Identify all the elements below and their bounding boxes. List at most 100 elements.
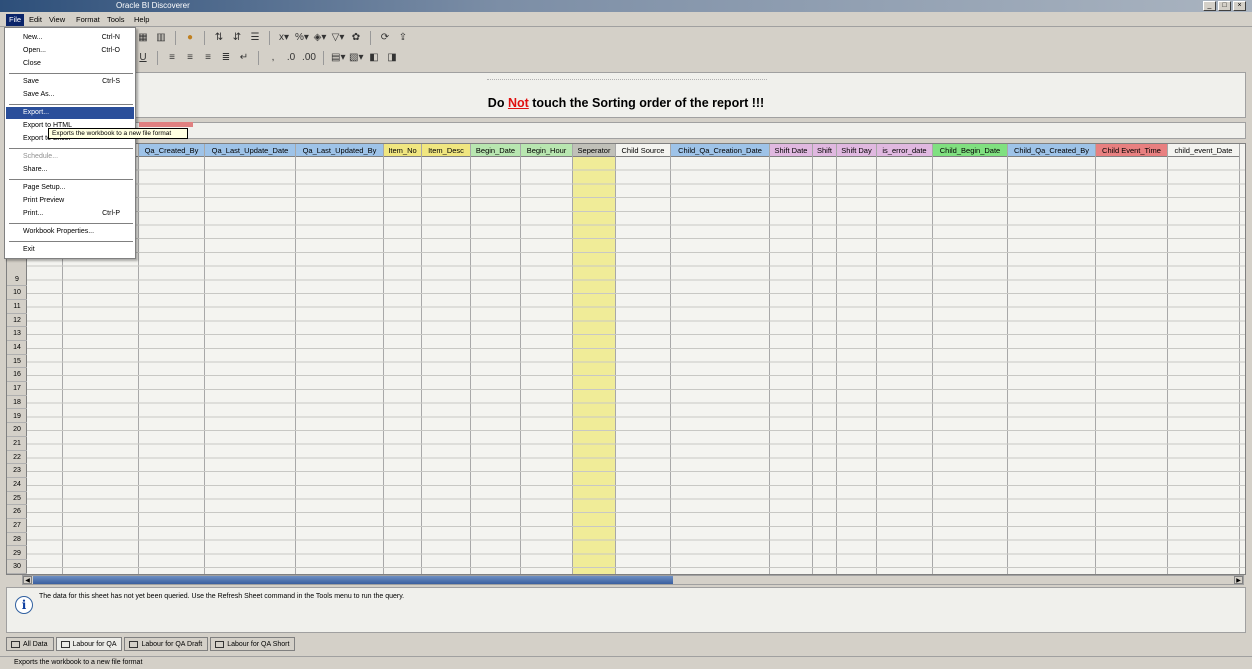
- grid-column[interactable]: is_error_date: [877, 144, 933, 574]
- menu-item-workbook-properties[interactable]: Workbook Properties...: [6, 226, 134, 238]
- column-header[interactable]: Shift Date: [770, 144, 812, 157]
- format-data-icon[interactable]: ▤▾: [331, 51, 345, 65]
- scroll-left-icon[interactable]: ◀: [23, 576, 32, 584]
- align-center-icon[interactable]: ≡: [183, 51, 197, 65]
- increase-decimal-icon[interactable]: .0: [284, 51, 298, 65]
- column-header[interactable]: Child_Qa_Created_By: [1008, 144, 1095, 157]
- column-header[interactable]: Child_Begin_Date: [933, 144, 1007, 157]
- grid-column[interactable]: Child_Qa_Created_By: [1008, 144, 1096, 574]
- grid-column[interactable]: Seperator: [573, 144, 616, 574]
- grid-column[interactable]: child_event_Date: [1168, 144, 1240, 574]
- grid-column[interactable]: Shift Day: [837, 144, 877, 574]
- column-header[interactable]: Child Event_Time: [1096, 144, 1167, 157]
- grid-column[interactable]: Child Source: [616, 144, 671, 574]
- menu-item-print[interactable]: Print... Ctrl-P: [6, 208, 134, 220]
- row-number[interactable]: 10: [7, 286, 27, 300]
- grid-column[interactable]: Shift: [813, 144, 837, 574]
- grid-column[interactable]: Child_Qa_Creation_Date: [671, 144, 770, 574]
- align-justify-icon[interactable]: ≣: [219, 51, 233, 65]
- grid-column[interactable]: Qa_Last_Update_Date: [205, 144, 296, 574]
- column-header[interactable]: Begin_Date: [471, 144, 520, 157]
- menu-tools[interactable]: Tools: [104, 14, 128, 26]
- underline-icon[interactable]: U: [136, 51, 150, 65]
- grid-column[interactable]: Begin_Date: [471, 144, 521, 574]
- sheet-tab-labour-for-qa-short[interactable]: Labour for QA Short: [210, 637, 296, 651]
- row-number[interactable]: 19: [7, 410, 27, 424]
- border-icon[interactable]: ◨: [385, 51, 399, 65]
- row-number[interactable]: 15: [7, 355, 27, 369]
- row-number[interactable]: 30: [7, 560, 27, 574]
- close-button[interactable]: ×: [1233, 1, 1246, 11]
- row-number[interactable]: 29: [7, 547, 27, 561]
- bulb-icon[interactable]: ●: [183, 31, 197, 45]
- menu-edit[interactable]: Edit: [26, 14, 45, 26]
- sort-descending-icon[interactable]: ⇵: [230, 31, 244, 45]
- scroll-right-icon[interactable]: ▶: [1234, 576, 1243, 584]
- sheet-tab-all-data[interactable]: All Data: [6, 637, 54, 651]
- menu-item-exit[interactable]: Exit: [6, 244, 134, 256]
- row-number[interactable]: 18: [7, 396, 27, 410]
- column-header[interactable]: Item_No: [384, 144, 421, 157]
- percentage-icon[interactable]: %▾: [295, 31, 309, 45]
- menu-item-page-setup[interactable]: Page Setup...: [6, 182, 134, 194]
- chart-icon[interactable]: ▥: [154, 31, 168, 45]
- row-number[interactable]: 26: [7, 505, 27, 520]
- column-header[interactable]: Seperator: [573, 144, 615, 157]
- menu-help[interactable]: Help: [131, 14, 152, 26]
- align-left-icon[interactable]: ≡: [165, 51, 179, 65]
- wrap-text-icon[interactable]: ↵: [237, 51, 251, 65]
- row-number[interactable]: 25: [7, 492, 27, 506]
- parameter-bar[interactable]: [6, 122, 1246, 139]
- menu-item-close[interactable]: Close: [6, 58, 134, 70]
- decimal-icon[interactable]: ,: [266, 51, 280, 65]
- horizontal-scrollbar[interactable]: ◀ ▶: [22, 575, 1244, 585]
- format-heading-icon[interactable]: ▧▾: [349, 51, 363, 65]
- row-number[interactable]: 28: [7, 533, 27, 547]
- refresh-icon[interactable]: ⟳: [378, 31, 392, 45]
- menu-format[interactable]: Format: [73, 14, 103, 26]
- row-number[interactable]: 20: [7, 423, 27, 437]
- table-icon[interactable]: ▦: [136, 31, 150, 45]
- row-number[interactable]: 16: [7, 368, 27, 383]
- menu-file[interactable]: File: [6, 14, 25, 26]
- row-number[interactable]: 17: [7, 382, 27, 396]
- grid-column[interactable]: Item_No: [384, 144, 422, 574]
- menu-item-save[interactable]: Save Ctrl-S: [6, 76, 134, 88]
- export-icon[interactable]: ⇪: [396, 31, 410, 45]
- minimize-button[interactable]: _: [1203, 1, 1216, 11]
- sheet-tab-labour-for-qa[interactable]: Labour for QA: [55, 637, 123, 651]
- column-header[interactable]: Begin_Hour: [521, 144, 572, 157]
- calculation-icon[interactable]: x▾: [277, 31, 291, 45]
- column-header[interactable]: Qa_Last_Updated_By: [296, 144, 383, 157]
- row-number[interactable]: 12: [7, 314, 27, 328]
- menu-item-new[interactable]: New... Ctrl-N: [6, 32, 134, 44]
- column-header[interactable]: Child_Qa_Creation_Date: [671, 144, 769, 157]
- condition-icon[interactable]: ◈▾: [313, 31, 327, 45]
- grid-column[interactable]: Item_Desc: [422, 144, 471, 574]
- fill-color-icon[interactable]: ◧: [367, 51, 381, 65]
- filter-icon[interactable]: ▽▾: [331, 31, 345, 45]
- align-right-icon[interactable]: ≡: [201, 51, 215, 65]
- menu-item-export[interactable]: Export...: [6, 107, 134, 119]
- column-header[interactable]: is_error_date: [877, 144, 932, 157]
- grid-column[interactable]: Shift Date: [770, 144, 813, 574]
- grid-column[interactable]: Child_Begin_Date: [933, 144, 1008, 574]
- row-number[interactable]: 14: [7, 341, 27, 355]
- column-header[interactable]: Child Source: [616, 144, 670, 157]
- column-header[interactable]: Shift Day: [837, 144, 876, 157]
- row-number[interactable]: 22: [7, 451, 27, 465]
- decrease-decimal-icon[interactable]: .00: [302, 51, 316, 65]
- column-header[interactable]: Item_Desc: [422, 144, 470, 157]
- group-icon[interactable]: ☰: [248, 31, 262, 45]
- sheet-tab-labour-for-qa-draft[interactable]: Labour for QA Draft: [124, 637, 209, 651]
- menu-view[interactable]: View: [46, 14, 68, 26]
- column-header[interactable]: Shift: [813, 144, 836, 157]
- row-number[interactable]: 9: [7, 273, 27, 287]
- row-number[interactable]: 27: [7, 519, 27, 533]
- maximize-button[interactable]: □: [1218, 1, 1231, 11]
- parameter-icon[interactable]: ✿: [349, 31, 363, 45]
- column-header[interactable]: Qa_Last_Update_Date: [205, 144, 295, 157]
- grid-column[interactable]: Child Event_Time: [1096, 144, 1168, 574]
- row-number[interactable]: 13: [7, 327, 27, 341]
- menu-item-open[interactable]: Open... Ctrl-O: [6, 45, 134, 57]
